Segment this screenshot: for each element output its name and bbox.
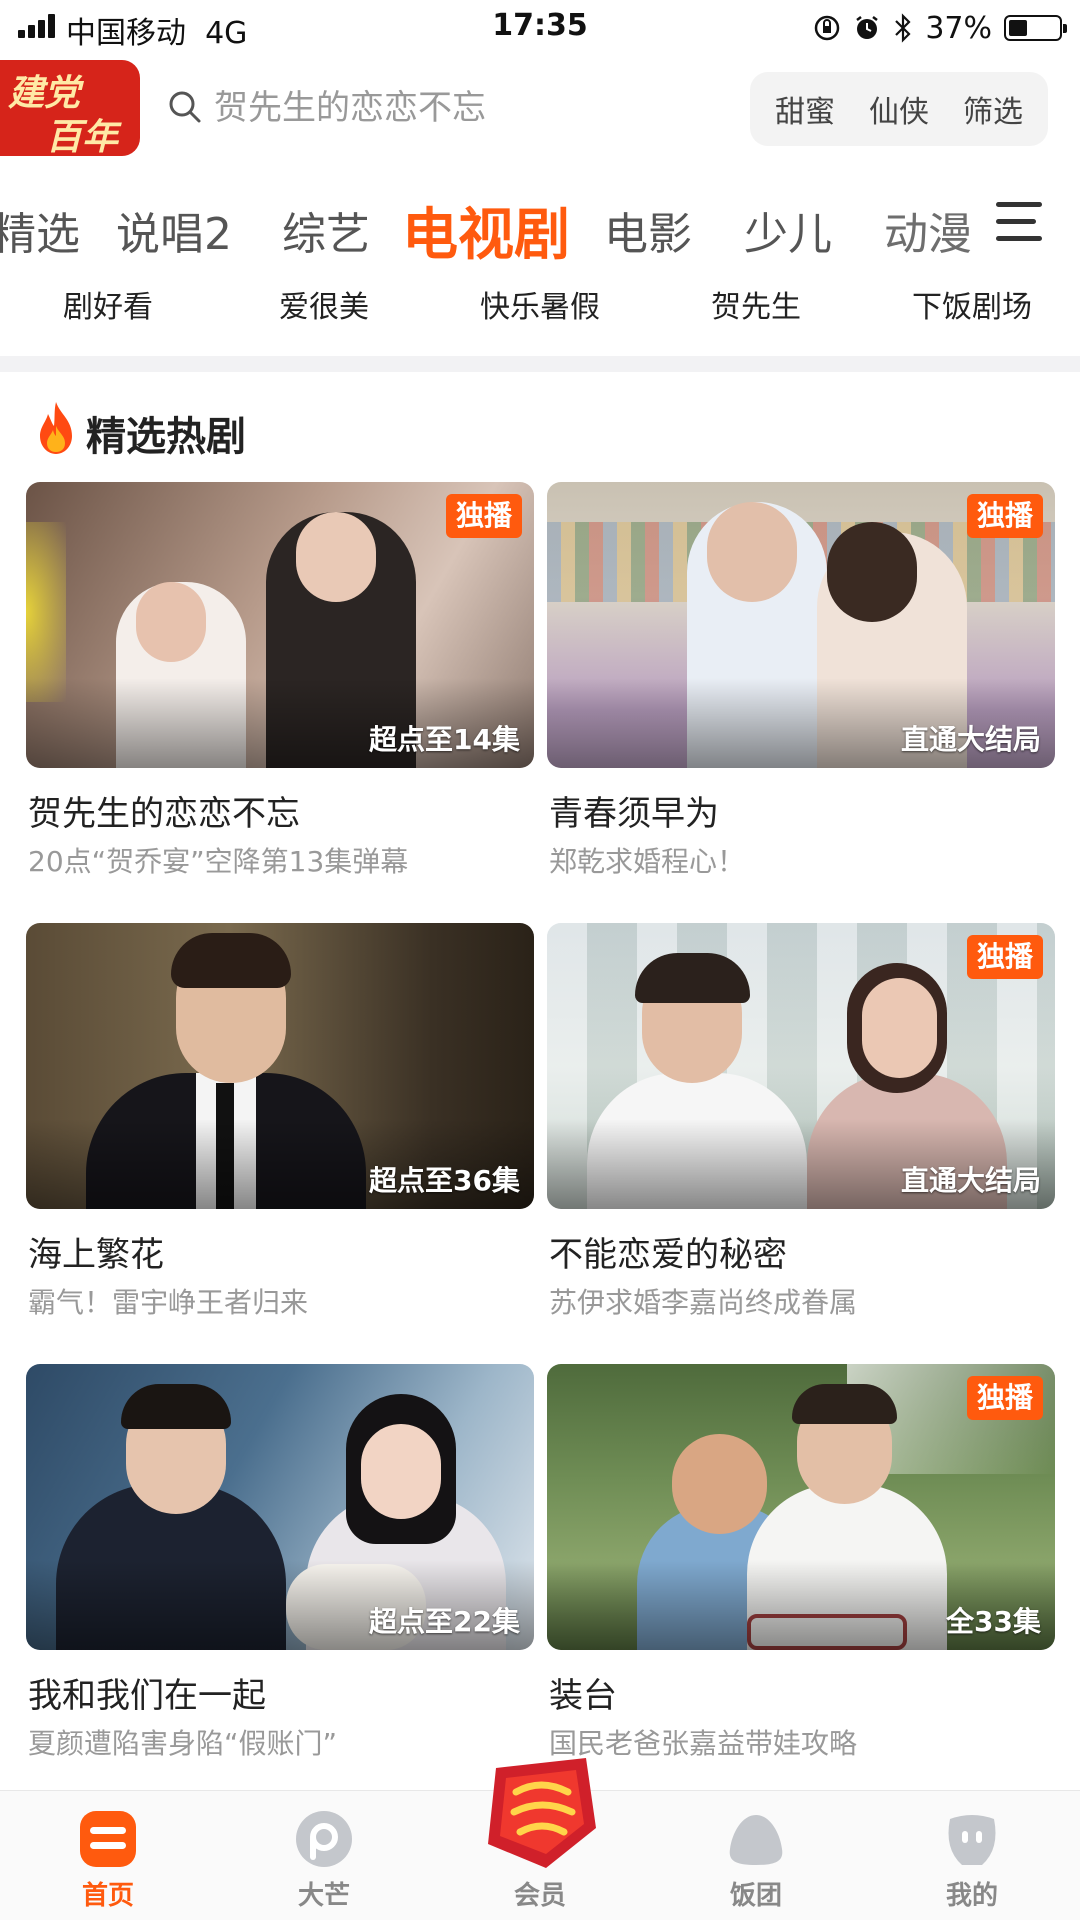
nav-label: 我的 [945,1881,998,1911]
subtab-mr-he[interactable]: 贺先生 [648,282,864,326]
drama-thumbnail[interactable]: 超点至36集 [26,923,534,1209]
drama-thumbnail[interactable]: 独播 超点至14集 [26,482,534,768]
drama-card[interactable]: 独播 直通大结局 不能恋爱的秘密 苏伊求婚李嘉尚终成眷属 [547,923,1055,1343]
drama-card[interactable]: 独播 全33集 装台 国民老爸张嘉益带娃攻略 [547,1364,1055,1784]
battery-icon [1004,15,1067,41]
drama-subtitle: 霸气！雷宇峥王者归来 [28,1286,309,1319]
profile-icon [948,1815,996,1865]
battery-percent: 37% [925,10,992,46]
drama-title[interactable]: 贺先生的恋恋不忘 [28,786,300,835]
home-icon [80,1811,136,1867]
search-input[interactable] [214,86,714,130]
exclusive-badge: 独播 [966,935,1043,979]
subtab-love[interactable]: 爱很美 [216,282,432,326]
subtab-good-dramas[interactable]: 剧好看 [0,282,216,326]
search-icon [169,91,201,123]
drama-card[interactable]: 独播 直通大结局 青春须早为 郑乾求婚程心！ [547,482,1055,902]
filter-button[interactable]: 筛选 [963,87,1023,131]
tab-variety[interactable]: 综艺 [282,198,370,262]
nav-profile[interactable]: 我的 [864,1791,1080,1920]
fire-icon [40,402,72,454]
episode-label: 全33集 [946,1605,1041,1638]
exclusive-badge: 独播 [966,1376,1043,1420]
tab-movies[interactable]: 电影 [604,198,692,262]
episode-label: 直通大结局 [900,1164,1041,1197]
nav-mango[interactable]: 大芒 [216,1791,432,1920]
nav-label: 首页 [81,1881,134,1911]
episode-label: 直通大结局 [900,723,1041,756]
drama-thumbnail[interactable]: 独播 直通大结局 [547,482,1055,768]
mango-icon [296,1811,352,1867]
drama-title[interactable]: 青春须早为 [549,786,719,835]
drama-subtitle: 郑乾求婚程心！ [549,845,746,878]
quick-filter-bar: 甜蜜 仙侠 筛选 [750,72,1048,146]
drama-thumbnail[interactable]: 独播 直通大结局 [547,923,1055,1209]
drama-card[interactable]: 独播 超点至14集 贺先生的恋恋不忘 20点“贺乔宴”空降第13集弹幕 [26,482,534,902]
nav-fan-group[interactable]: 饭团 [648,1791,864,1920]
fan-group-icon [729,1815,783,1865]
bluetooth-icon [895,13,911,43]
quick-filter-sweet[interactable]: 甜蜜 [775,87,835,131]
party-centenary-logo[interactable]: 建党 百年 [0,60,140,158]
alarm-icon [856,16,879,39]
exclusive-badge: 独播 [966,494,1043,538]
tab-tv-series[interactable]: 电视剧 [402,190,570,271]
subtab-summer[interactable]: 快乐暑假 [432,282,648,326]
tab-rap[interactable]: 说唱2 [116,198,232,262]
drama-title[interactable]: 不能恋爱的秘密 [549,1227,787,1276]
drama-subtitle: 20点“贺乔宴”空降第13集弹幕 [28,845,409,878]
section-divider [0,356,1080,372]
subtab-comfort-dramas[interactable]: 下饭剧场 [864,282,1080,326]
drama-subtitle: 夏颜遭陷害身陷“假账门” [28,1727,338,1760]
exclusive-badge: 独播 [445,494,522,538]
drama-title[interactable]: 我和我们在一起 [28,1668,266,1717]
nav-label: 会员 [513,1881,566,1911]
status-bar: 中国移动 4G 17:35 37% [0,0,1080,54]
section-title: 精选热剧 [86,414,246,460]
drama-card[interactable]: 超点至36集 海上繁花 霸气！雷宇峥王者归来 [26,923,534,1343]
sub-tabs: 剧好看 爱很美 快乐暑假 贺先生 下饭剧场 [0,282,1080,325]
logo-text-line2: 百年 [46,117,119,158]
tab-featured[interactable]: 精选 [0,198,80,262]
nav-home[interactable]: 首页 [0,1791,216,1920]
episode-label: 超点至14集 [369,723,520,756]
drama-thumbnail[interactable]: 独播 全33集 [547,1364,1055,1650]
orientation-lock-icon [815,15,840,41]
drama-title[interactable]: 装台 [549,1668,617,1717]
vip-icon[interactable] [476,1748,606,1878]
drama-thumbnail[interactable]: 超点至22集 [26,1364,534,1650]
nav-label: 大芒 [297,1881,350,1911]
nav-label: 饭团 [729,1881,782,1911]
category-tabs: 精选 说唱2 综艺 电视剧 电影 少儿 动漫 [0,190,980,268]
tab-anime[interactable]: 动漫 [884,198,972,262]
tab-kids[interactable]: 少儿 [744,198,832,262]
status-icons: 37% [813,8,1067,48]
menu-icon[interactable] [996,202,1042,242]
episode-label: 超点至36集 [369,1164,520,1197]
quick-filter-xianxia[interactable]: 仙侠 [869,87,929,131]
drama-title[interactable]: 海上繁花 [28,1227,164,1276]
drama-subtitle: 苏伊求婚李嘉尚终成眷属 [549,1286,858,1319]
drama-card[interactable]: 超点至22集 我和我们在一起 夏颜遭陷害身陷“假账门” [26,1364,534,1784]
episode-label: 超点至22集 [369,1605,520,1638]
